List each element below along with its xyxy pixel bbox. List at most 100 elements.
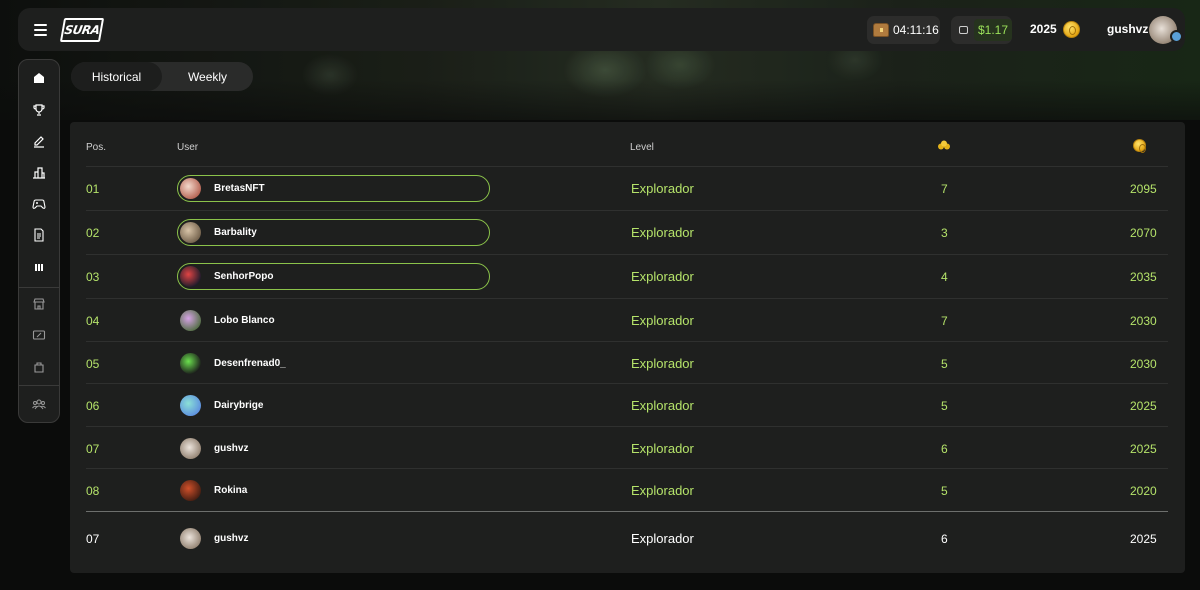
points-icon — [938, 140, 950, 150]
avatar[interactable] — [180, 395, 201, 416]
sidebar-item-coupons[interactable] — [19, 322, 59, 348]
coins-value: 2030 — [1130, 314, 1157, 328]
avatar[interactable] — [180, 480, 201, 501]
top-bar: SURA 04:11:16 $1.17 2025 gushvz — [18, 8, 1185, 51]
home-icon — [34, 73, 44, 83]
username[interactable]: Dairybrige — [214, 400, 263, 411]
points-value: 5 — [941, 357, 948, 371]
ranking-table: Pos. User Level 01 BretasNFT Explorador 7 20… — [70, 122, 1185, 573]
tab-weekly[interactable]: Weekly — [162, 62, 253, 91]
rank-position: 07 — [86, 442, 100, 456]
rank-position: 07 — [86, 532, 100, 546]
username[interactable]: Desenfrenad0_ — [214, 358, 286, 369]
coin-icon — [1133, 139, 1146, 153]
level-name: Explorador — [631, 441, 694, 456]
coins-value: 2095 — [1130, 182, 1157, 196]
sidebar — [18, 59, 60, 423]
avatar[interactable] — [180, 353, 201, 374]
username[interactable]: Lobo Blanco — [214, 315, 275, 326]
wallet-icon — [959, 26, 968, 34]
table-row[interactable]: 05 Desenfrenad0_ Explorador 5 2030 — [86, 341, 1168, 385]
table-row[interactable]: 03 SenhorPopo Explorador 4 2035 — [86, 254, 1168, 298]
level-name: Explorador — [631, 398, 694, 413]
sidebar-item-trophies[interactable] — [19, 97, 59, 123]
username[interactable]: gushvz — [214, 443, 248, 454]
table-row[interactable]: 07 gushvz Explorador 6 2025 — [86, 426, 1168, 470]
header-username[interactable]: gushvz — [1107, 22, 1148, 36]
rank-position: 01 — [86, 182, 100, 196]
leaderboard-icon — [35, 264, 43, 271]
sidebar-item-bag[interactable] — [19, 354, 59, 380]
column-header-user: User — [177, 142, 199, 153]
ranking-period-tabs: Historical Weekly — [71, 62, 253, 91]
trophy-icon — [33, 104, 45, 116]
points-value: 7 — [941, 182, 948, 196]
store-icon — [33, 298, 45, 310]
coins-value: 2035 — [1130, 270, 1157, 284]
coin-balance: 2025 — [1030, 22, 1057, 36]
username[interactable]: SenhorPopo — [214, 271, 273, 282]
current-user-row[interactable]: 07 gushvz Explorador 6 2025 — [86, 511, 1168, 565]
sidebar-item-community[interactable] — [19, 391, 59, 417]
coins-value: 2020 — [1130, 484, 1157, 498]
coin-icon — [1063, 21, 1080, 38]
points-value: 7 — [941, 314, 948, 328]
level-name: Explorador — [631, 483, 694, 498]
wallet-balance: $1.17 — [973, 19, 1012, 41]
avatar[interactable] — [180, 310, 201, 331]
buildings-icon — [33, 167, 45, 179]
avatar[interactable] — [180, 528, 201, 549]
avatar[interactable] — [180, 222, 201, 243]
table-header: Pos. User Level — [86, 139, 1168, 166]
chest-timer-button[interactable]: 04:11:16 — [867, 16, 940, 44]
username[interactable]: gushvz — [214, 533, 248, 544]
username[interactable]: Rokina — [214, 485, 247, 496]
table-row[interactable]: 08 Rokina Explorador 5 2020 — [86, 468, 1168, 512]
bag-icon — [34, 362, 44, 373]
rank-position: 08 — [86, 484, 100, 498]
rank-position: 04 — [86, 314, 100, 328]
level-name: Explorador — [631, 181, 694, 196]
sidebar-item-edit[interactable] — [19, 129, 59, 155]
points-value: 6 — [941, 532, 948, 546]
level-name: Explorador — [631, 531, 694, 546]
hamburger-menu-icon[interactable] — [34, 24, 47, 36]
rank-position: 06 — [86, 399, 100, 413]
document-icon — [34, 228, 44, 242]
sidebar-item-documents[interactable] — [19, 222, 59, 248]
points-value: 5 — [941, 399, 948, 413]
sidebar-item-store[interactable] — [19, 291, 59, 317]
rank-position: 03 — [86, 270, 100, 284]
sidebar-divider — [19, 385, 59, 386]
community-icon — [32, 399, 46, 410]
wallet-button[interactable]: $1.17 — [951, 16, 1012, 44]
sidebar-item-buildings[interactable] — [19, 160, 59, 186]
coins-value: 2025 — [1130, 532, 1157, 546]
coins-value: 2030 — [1130, 357, 1157, 371]
table-row[interactable]: 04 Lobo Blanco Explorador 7 2030 — [86, 298, 1168, 342]
coins-value: 2070 — [1130, 226, 1157, 240]
sidebar-divider — [19, 287, 59, 288]
sidebar-item-leaderboard[interactable] — [19, 254, 59, 280]
table-row[interactable]: 06 Dairybrige Explorador 5 2025 — [86, 383, 1168, 427]
level-name: Explorador — [631, 356, 694, 371]
avatar-settings-badge-icon[interactable] — [1170, 30, 1183, 43]
avatar[interactable] — [180, 178, 201, 199]
points-value: 4 — [941, 270, 948, 284]
table-row[interactable]: 02 Barbality Explorador 3 2070 — [86, 210, 1168, 254]
username[interactable]: BretasNFT — [214, 183, 265, 194]
avatar[interactable] — [180, 266, 201, 287]
sura-logo[interactable]: SURA — [59, 18, 105, 42]
sidebar-item-home[interactable] — [19, 65, 59, 91]
level-name: Explorador — [631, 225, 694, 240]
tab-historical[interactable]: Historical — [71, 62, 162, 91]
points-value: 6 — [941, 442, 948, 456]
username[interactable]: Barbality — [214, 227, 257, 238]
points-value: 3 — [941, 226, 948, 240]
table-row[interactable]: 01 BretasNFT Explorador 7 2095 — [86, 166, 1168, 210]
rank-position: 02 — [86, 226, 100, 240]
treasure-chest-icon — [873, 23, 889, 37]
sidebar-item-games[interactable] — [19, 191, 59, 217]
coins-value: 2025 — [1130, 442, 1157, 456]
avatar[interactable] — [180, 438, 201, 459]
